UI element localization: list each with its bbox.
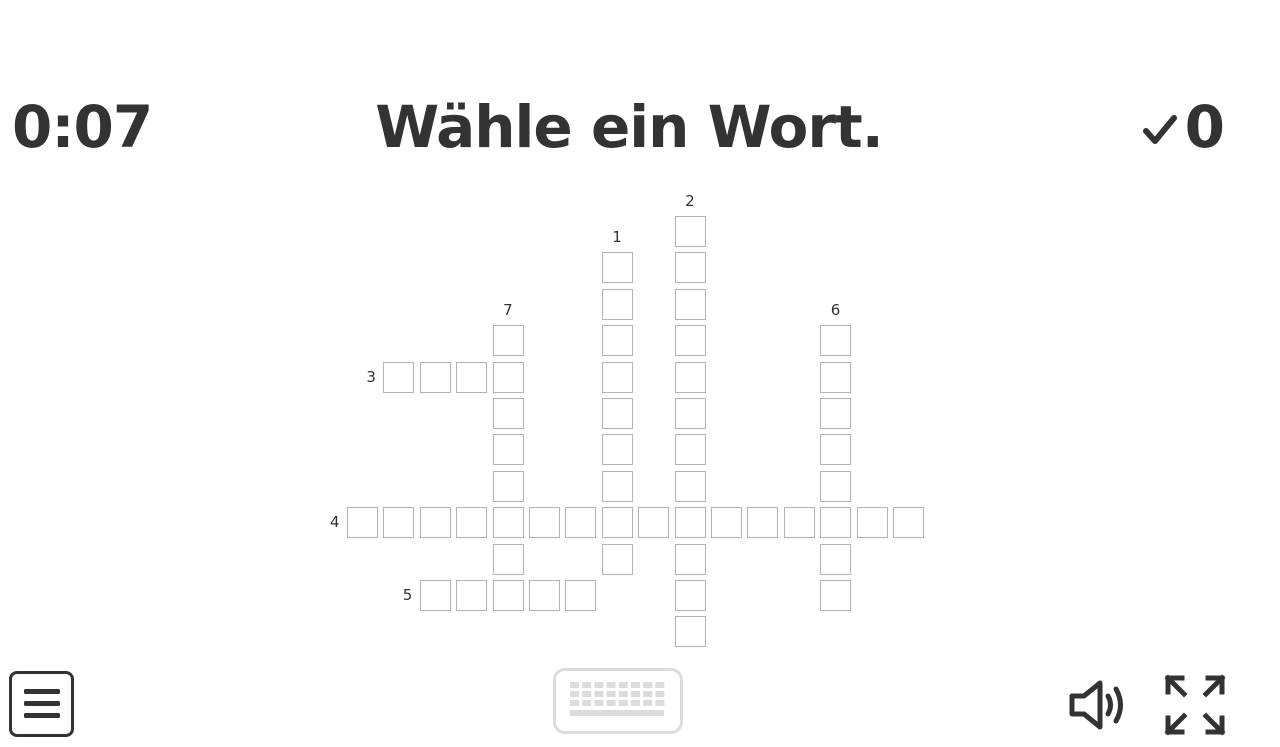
crossword-cell[interactable] — [492, 507, 524, 539]
crossword-cell[interactable] — [893, 507, 924, 539]
crossword-cell[interactable] — [674, 216, 706, 247]
crossword-cell[interactable] — [492, 361, 524, 393]
keyboard-icon — [570, 682, 665, 716]
clue-number[interactable]: 7 — [503, 301, 523, 319]
crossword-cell[interactable] — [820, 398, 852, 429]
crossword-cell[interactable] — [674, 507, 706, 539]
clue-number[interactable]: 3 — [366, 368, 386, 386]
crossword-cell[interactable] — [820, 361, 852, 393]
crossword-cell[interactable] — [820, 543, 852, 575]
fullscreen-icon — [1164, 674, 1226, 736]
crossword-cell[interactable] — [674, 325, 706, 357]
crossword-cell[interactable] — [383, 507, 415, 539]
crossword-cell[interactable] — [529, 507, 560, 539]
crossword-cell[interactable] — [601, 288, 633, 320]
crossword-cell[interactable] — [711, 507, 742, 539]
crossword-cell[interactable] — [565, 507, 597, 539]
crossword-cell[interactable] — [347, 507, 378, 539]
crossword-grid: 1 2 3 4 5 6 7 — [0, 0, 1280, 747]
crossword-cell[interactable] — [565, 580, 597, 611]
crossword-cell[interactable] — [674, 288, 706, 320]
crossword-cell[interactable] — [820, 434, 852, 466]
speaker-icon — [1069, 680, 1123, 730]
crossword-cell[interactable] — [638, 507, 670, 539]
fullscreen-button[interactable] — [1164, 674, 1226, 736]
crossword-cell[interactable] — [456, 361, 488, 393]
crossword-cell[interactable] — [601, 507, 633, 539]
crossword-cell[interactable] — [456, 507, 488, 539]
crossword-cell[interactable] — [492, 434, 524, 466]
clue-number[interactable]: 5 — [403, 586, 423, 604]
crossword-cell[interactable] — [492, 325, 524, 357]
crossword-cell[interactable] — [674, 543, 706, 575]
crossword-cell[interactable] — [601, 325, 633, 357]
crossword-cell[interactable] — [674, 361, 706, 393]
crossword-cell[interactable] — [674, 398, 706, 429]
crossword-cell[interactable] — [492, 543, 524, 575]
crossword-cell[interactable] — [674, 470, 706, 502]
crossword-cell[interactable] — [820, 325, 852, 357]
crossword-cell[interactable] — [783, 507, 815, 539]
crossword-cell[interactable] — [856, 507, 888, 539]
crossword-cell[interactable] — [820, 580, 852, 611]
crossword-cell[interactable] — [601, 252, 633, 284]
crossword-cell[interactable] — [820, 507, 852, 539]
crossword-cell[interactable] — [456, 580, 488, 611]
crossword-cell[interactable] — [601, 361, 633, 393]
keyboard-button[interactable] — [553, 668, 683, 734]
crossword-cell[interactable] — [601, 434, 633, 466]
crossword-cell[interactable] — [419, 361, 451, 393]
crossword-cell[interactable] — [492, 470, 524, 502]
crossword-cell[interactable] — [601, 543, 633, 575]
crossword-cell[interactable] — [747, 507, 779, 539]
clue-number[interactable]: 6 — [831, 301, 851, 319]
crossword-cell[interactable] — [601, 470, 633, 502]
crossword-cell[interactable] — [492, 398, 524, 429]
crossword-cell[interactable] — [674, 434, 706, 466]
crossword-cell[interactable] — [492, 580, 524, 611]
clue-number[interactable]: 2 — [685, 192, 705, 210]
crossword-cell[interactable] — [674, 580, 706, 611]
clue-number[interactable]: 4 — [330, 513, 350, 531]
crossword-cell[interactable] — [601, 398, 633, 429]
crossword-cell[interactable] — [419, 580, 451, 611]
hamburger-icon — [24, 689, 60, 718]
clue-number[interactable]: 1 — [612, 228, 632, 246]
crossword-cell[interactable] — [383, 361, 415, 393]
sound-button[interactable] — [1066, 678, 1130, 732]
menu-button[interactable] — [9, 671, 74, 737]
crossword-cell[interactable] — [820, 470, 852, 502]
crossword-cell[interactable] — [529, 580, 560, 611]
crossword-cell[interactable] — [674, 616, 706, 648]
crossword-cell[interactable] — [674, 252, 706, 284]
crossword-cell[interactable] — [419, 507, 451, 539]
